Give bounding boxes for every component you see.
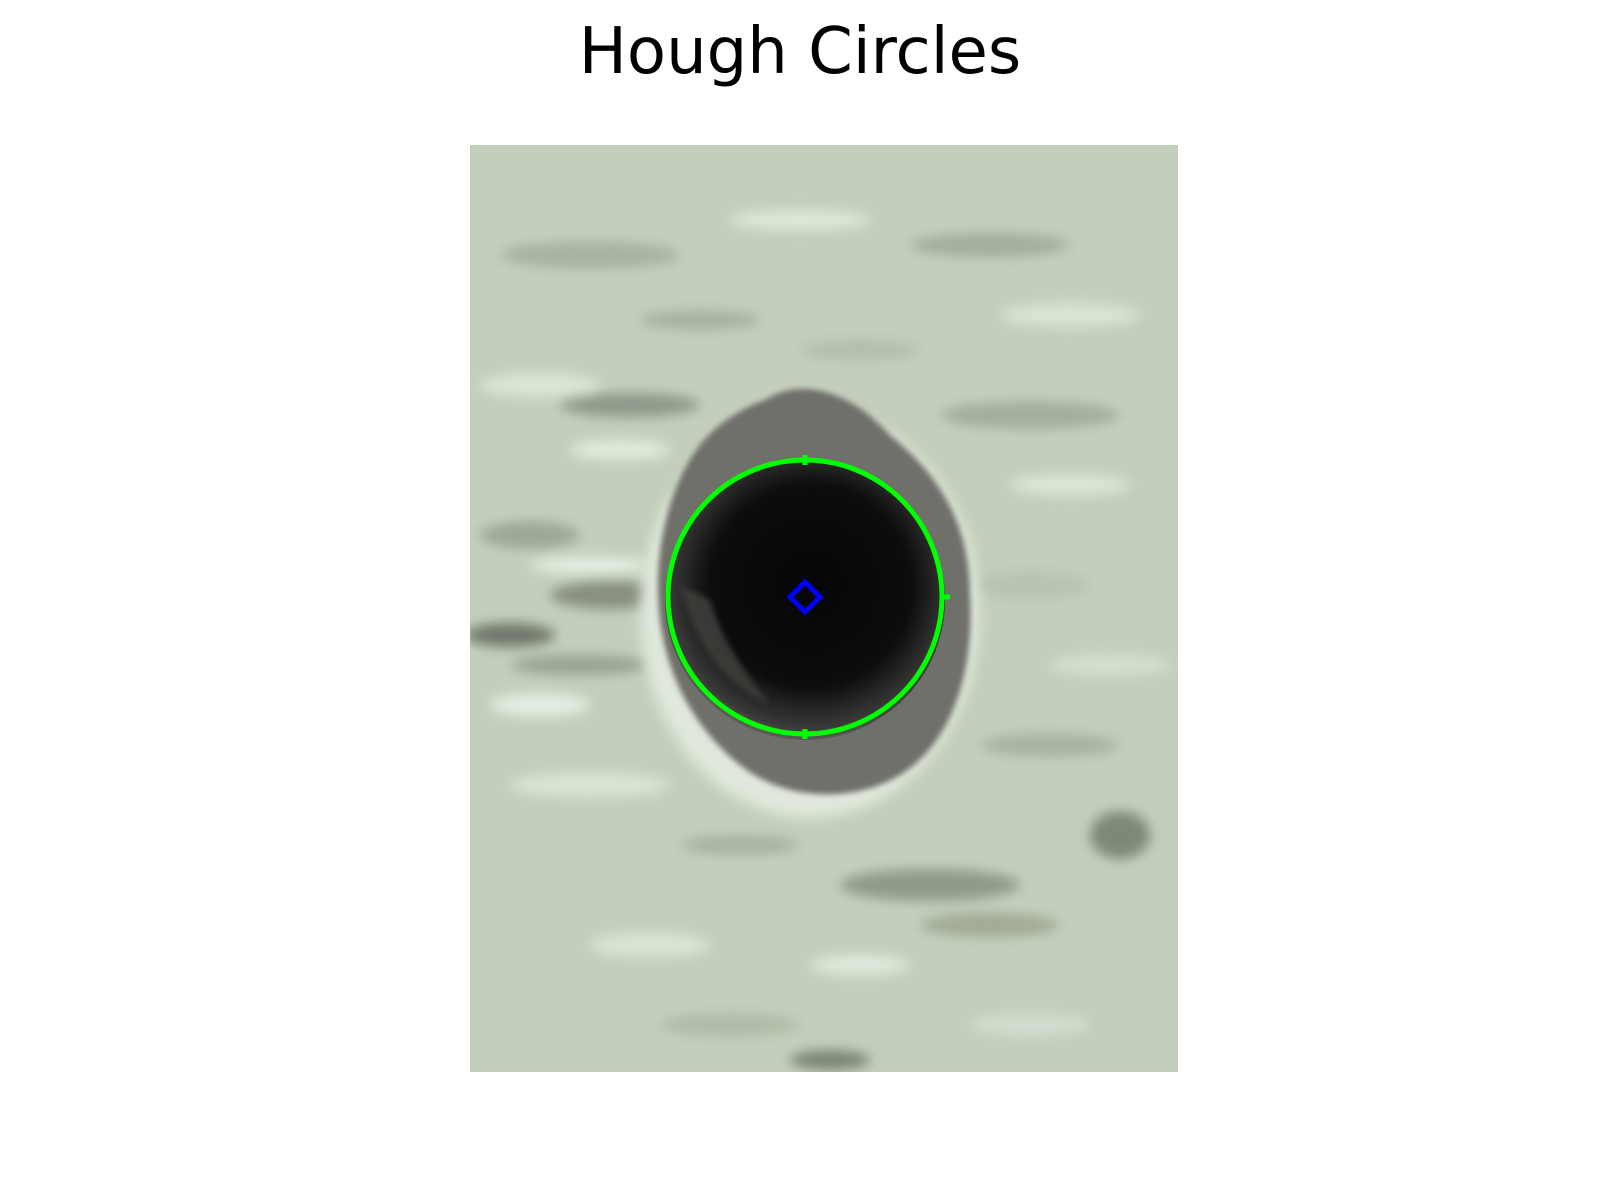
image-panel <box>470 145 1178 1072</box>
figure-title: Hough Circles <box>578 15 1022 89</box>
hough-image <box>470 145 1178 1072</box>
